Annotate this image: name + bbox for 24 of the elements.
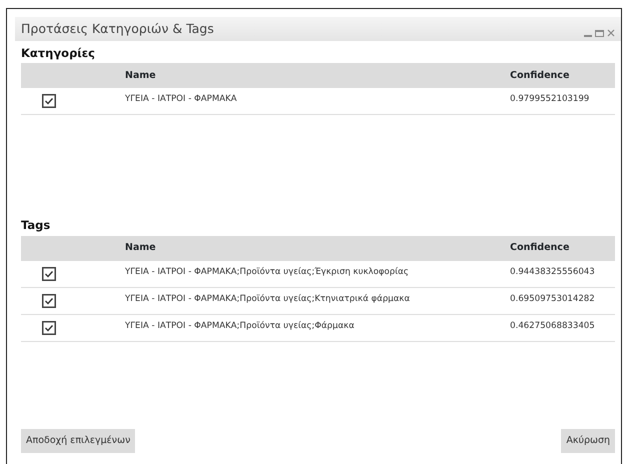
column-header: Name (125, 240, 157, 255)
checkbox[interactable] (42, 294, 56, 308)
column-header: Confidence (510, 68, 570, 83)
section-title: Tags (20, 217, 52, 234)
close-icon[interactable] (607, 29, 615, 37)
window-title: Προτάσεις Κατηγοριών & Tags (21, 20, 214, 38)
checkbox[interactable] (42, 94, 56, 108)
maximize-icon[interactable] (595, 30, 604, 37)
table-cell-text: 0.46275068833405 (510, 320, 596, 332)
table-cell-text: 0.9799552103199 (510, 93, 590, 106)
table-cell-text: 0.69509753014282 (510, 292, 596, 306)
checkbox[interactable] (42, 320, 56, 334)
table-cell-text: ΥΓΕΙΑ - ΙΑΤΡΟΙ - ΦΑΡΜΑΚΑ (125, 93, 238, 106)
cancel-button[interactable]: Ακύρωση (561, 428, 615, 453)
accept-button[interactable]: Αποδοχή επιλεγμένων (21, 428, 136, 453)
table-cell-text: ΥΓΕΙΑ - ΙΑΤΡΟΙ - ΦΑΡΜΑΚΑ;Προϊόντα υγείας;Φάρμακα (125, 320, 356, 332)
table-cell-text: ΥΓΕΙΑ - ΙΑΤΡΟΙ - ΦΑΡΜΑΚΑ;Προϊόντα υγείας;Κτηνιατρικά φάρμακα (125, 292, 411, 306)
minimize-icon[interactable] (584, 34, 592, 37)
section-title: Κατηγορίες (20, 45, 96, 62)
column-header: Name (125, 68, 157, 83)
table-cell-text: 0.94438325556043 (510, 266, 596, 278)
column-header: Confidence (510, 240, 570, 255)
checkbox[interactable] (42, 266, 56, 280)
table-cell-text: ΥΓΕΙΑ - ΙΑΤΡΟΙ - ΦΑΡΜΑΚΑ;Προϊόντα υγείας;Έγκριση κυκλοφορίας (125, 266, 410, 278)
